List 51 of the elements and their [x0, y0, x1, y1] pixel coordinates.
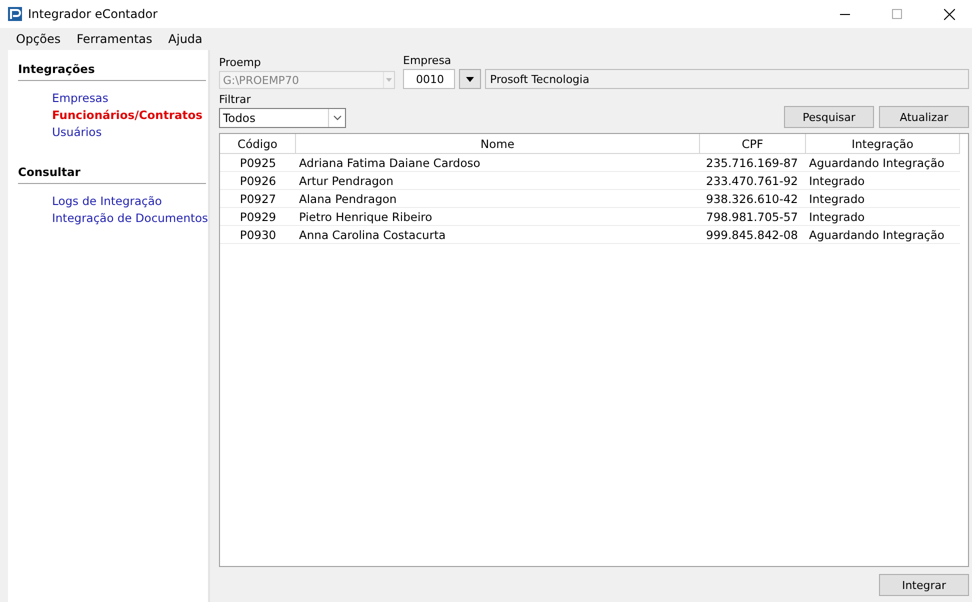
chevron-down-icon	[332, 115, 342, 121]
table-cell: Artur Pendragon	[296, 172, 700, 190]
field-label: Proemp	[219, 56, 262, 69]
table-cell: Pietro Henrique Ribeiro	[296, 208, 700, 226]
dropdown-button[interactable]	[459, 69, 481, 89]
table-cell: Adriana Fatima Daiane Cardoso	[296, 154, 700, 172]
refresh-button[interactable]: Atualizar	[879, 106, 969, 128]
table-cell: P0930	[220, 226, 296, 244]
table-cell: Anna Carolina Costacurta	[296, 226, 700, 244]
table-cell: P0929	[220, 208, 296, 226]
section-title: Integrações	[18, 62, 206, 81]
table-cell: 999.845.842-08	[700, 226, 806, 244]
column-header[interactable]: Integração	[806, 134, 960, 154]
company-name-field: Prosoft Tecnologia	[485, 69, 969, 89]
table-cell: P0925	[220, 154, 296, 172]
menu-item[interactable]: Opções	[8, 32, 69, 46]
maximize-icon	[892, 9, 902, 19]
table-cell: Aguardando Integração	[806, 226, 960, 244]
column-header[interactable]: Código	[220, 134, 296, 154]
sidebar-link[interactable]: Funcionários/Contratos	[52, 108, 208, 122]
window-title: Integrador eContador	[28, 7, 159, 21]
field-label: Empresa	[403, 54, 452, 67]
caret-icon	[466, 76, 474, 82]
caret-icon	[386, 78, 392, 82]
integrate-button[interactable]: Integrar	[879, 574, 969, 596]
table-cell: 798.981.705-57	[700, 208, 806, 226]
table-cell: Alana Pendragon	[296, 190, 700, 208]
table-cell: Integrado	[806, 208, 960, 226]
sidebar-link[interactable]: Logs de Integração	[52, 194, 208, 208]
sidebar-link[interactable]: Empresas	[52, 91, 208, 105]
app-logo-icon	[8, 7, 22, 21]
table-cell: 235.716.169-87	[700, 154, 806, 172]
company-code-field[interactable]: 0010	[403, 69, 455, 89]
table-cell: P0927	[220, 190, 296, 208]
search-button[interactable]: Pesquisar	[784, 106, 874, 128]
menu-item[interactable]: Ajuda	[160, 32, 210, 46]
close-icon	[944, 8, 954, 20]
table-cell: Aguardando Integração	[806, 154, 960, 172]
sidebar-link[interactable]: Integração de Documentos	[52, 211, 208, 225]
column-header[interactable]: Nome	[296, 134, 700, 154]
column-header[interactable]: CPF	[700, 134, 806, 154]
table-cell: Integrado	[806, 190, 960, 208]
menu-item[interactable]: Ferramentas	[68, 32, 160, 46]
table-cell: 233.470.761-92	[700, 172, 806, 190]
field-label: Filtrar	[219, 93, 252, 106]
filter-select[interactable]: Todos	[219, 108, 346, 128]
section-title: Consultar	[18, 165, 206, 184]
table-cell: 938.326.610-42	[700, 190, 806, 208]
sidebar-link[interactable]: Usuários	[52, 125, 208, 139]
table-cell: P0926	[220, 172, 296, 190]
table-cell: Integrado	[806, 172, 960, 190]
